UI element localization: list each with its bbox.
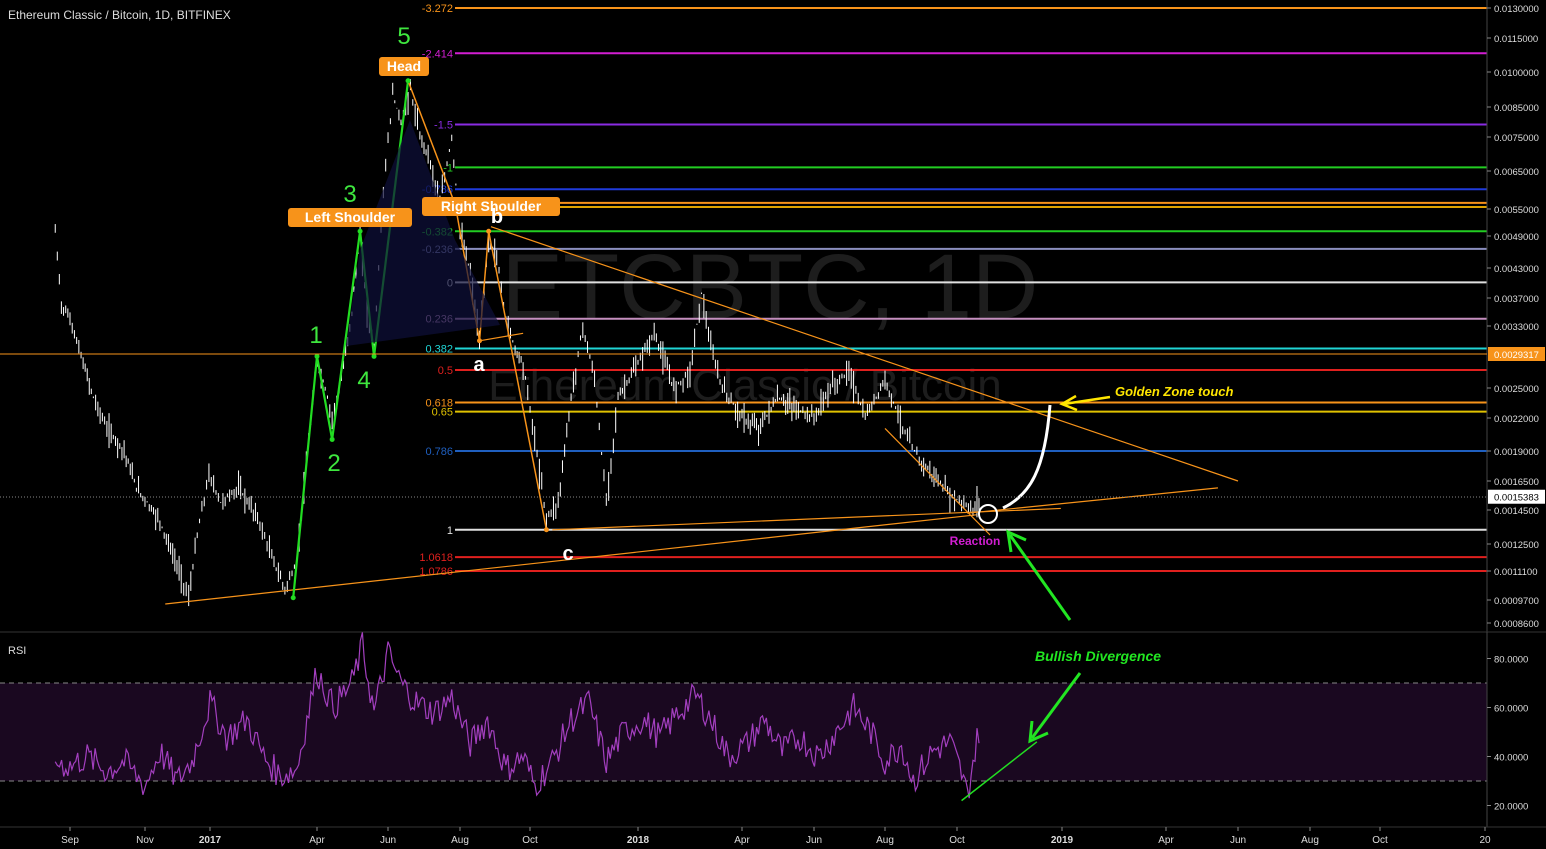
time-tick-label-12: 2019 xyxy=(1051,835,1074,846)
time-tick-label-8: Apr xyxy=(734,835,750,846)
bullish-divergence-label: Bullish Divergence xyxy=(1035,648,1161,664)
price-tick-label-5: 0.0065000 xyxy=(1494,167,1539,178)
wave-point-3 xyxy=(357,228,363,234)
time-tick-label-15: Aug xyxy=(1301,835,1319,846)
time-tick-label-2: 2017 xyxy=(199,835,222,846)
time-tick-label-5: Aug xyxy=(451,835,469,846)
wave-point-1 xyxy=(314,353,320,359)
label-head-text: Head xyxy=(387,58,421,74)
time-tick-label-7: 2018 xyxy=(627,835,650,846)
price-tick-label-21: 0.0008600 xyxy=(1494,619,1539,630)
price-tick-label-19: 0.0011100 xyxy=(1494,567,1538,578)
etcbtc-chart[interactable]: ETCBTC, 1D Ethereum Classic / Bitcoin -3… xyxy=(0,0,1546,849)
wave-point-7 xyxy=(477,338,483,344)
time-tick-label-13: Apr xyxy=(1158,835,1174,846)
price-tick-label-17: 0.0014500 xyxy=(1494,506,1539,517)
fib-label-18: 1.0786 xyxy=(419,566,453,578)
time-tick-label-6: Oct xyxy=(522,835,538,846)
fib-label-2: -1.5 xyxy=(434,120,453,132)
watermark-symbol: ETCBTC, 1D xyxy=(502,236,1039,338)
fib-label-15: 0.786 xyxy=(425,446,453,458)
time-tick-label-0: Sep xyxy=(61,835,79,846)
wave-point-9 xyxy=(543,527,549,533)
wave-b-label: b xyxy=(491,206,503,228)
wave-2-label: 2 xyxy=(327,450,340,477)
fib-label-17: 1.0618 xyxy=(419,552,453,564)
time-tick-label-14: Jun xyxy=(1230,835,1246,846)
golden-zone-label: Golden Zone touch xyxy=(1115,384,1233,399)
label-left-shoulder: Left Shoulder xyxy=(288,208,412,227)
fib-label-12: 0.5 xyxy=(438,365,453,377)
wave-1-label: 1 xyxy=(309,322,322,349)
price-tick-label-12: 0.0025000 xyxy=(1494,384,1539,395)
fib-label-16: 1 xyxy=(447,525,453,537)
wave-point-5 xyxy=(405,78,411,84)
price-tick-label-13: 0.0022000 xyxy=(1494,414,1539,425)
price-tick-label-4: 0.0075000 xyxy=(1494,133,1539,144)
fib-label-0: -3.272 xyxy=(422,3,453,15)
rsi-label: RSI xyxy=(8,645,26,657)
wave-3-label: 3 xyxy=(343,181,356,208)
price-tick-label-15: 0.0016500 xyxy=(1494,477,1539,488)
price-tick-label-8: 0.0043000 xyxy=(1494,264,1539,275)
time-tick-label-16: Oct xyxy=(1372,835,1388,846)
time-tick-label-3: Apr xyxy=(309,835,325,846)
time-tick-label-4: Jun xyxy=(380,835,396,846)
rsi-tick-label-0: 80.0000 xyxy=(1494,655,1528,666)
wave-c-label: c xyxy=(562,543,573,565)
time-tick-label-1: Nov xyxy=(136,835,154,846)
price-tick-label-14: 0.0019000 xyxy=(1494,447,1539,458)
price-tick-label-16: 0.0015383 xyxy=(1494,493,1539,504)
chart-title: Ethereum Classic / Bitcoin, 1D, BITFINEX xyxy=(8,8,231,22)
price-tick-label-18: 0.0012500 xyxy=(1494,540,1539,551)
wave-a-label: a xyxy=(473,354,485,376)
fib-label-14: 0.65 xyxy=(432,407,453,419)
price-tick-label-1: 0.0115000 xyxy=(1494,34,1538,45)
wave-point-0 xyxy=(290,595,296,601)
wave-4-label: 4 xyxy=(357,367,370,394)
time-tick-label-10: Aug xyxy=(876,835,894,846)
price-tick-label-7: 0.0049000 xyxy=(1494,232,1539,243)
price-tick-label-10: 0.0033000 xyxy=(1494,322,1539,333)
wave-point-8 xyxy=(486,228,492,234)
price-tick-label-0: 0.0130000 xyxy=(1494,4,1539,15)
rsi-tick-label-2: 40.0000 xyxy=(1494,753,1528,764)
label-head: Head xyxy=(379,57,429,76)
price-tick-label-6: 0.0055000 xyxy=(1494,205,1539,216)
time-tick-label-11: Oct xyxy=(949,835,965,846)
price-tick-label-9: 0.0037000 xyxy=(1494,294,1539,305)
wave-5-label: 5 xyxy=(397,23,410,50)
rsi-tick-label-3: 20.0000 xyxy=(1494,802,1528,813)
rsi-tick-label-1: 60.0000 xyxy=(1494,704,1528,715)
rsi-band-fill xyxy=(0,683,1487,781)
price-tick-label-3: 0.0085000 xyxy=(1494,103,1539,114)
label-left-shoulder-text: Left Shoulder xyxy=(305,209,396,225)
wave-point-2 xyxy=(329,436,335,442)
reaction-label: Reaction xyxy=(950,534,1001,548)
time-tick-label-17: 20 xyxy=(1479,835,1491,846)
price-tick-label-2: 0.0100000 xyxy=(1494,68,1539,79)
time-tick-label-9: Jun xyxy=(806,835,822,846)
price-tick-label-20: 0.0009700 xyxy=(1494,596,1539,607)
price-tick-label-11: 0.0029317 xyxy=(1494,350,1539,361)
wave-point-4 xyxy=(371,353,377,359)
